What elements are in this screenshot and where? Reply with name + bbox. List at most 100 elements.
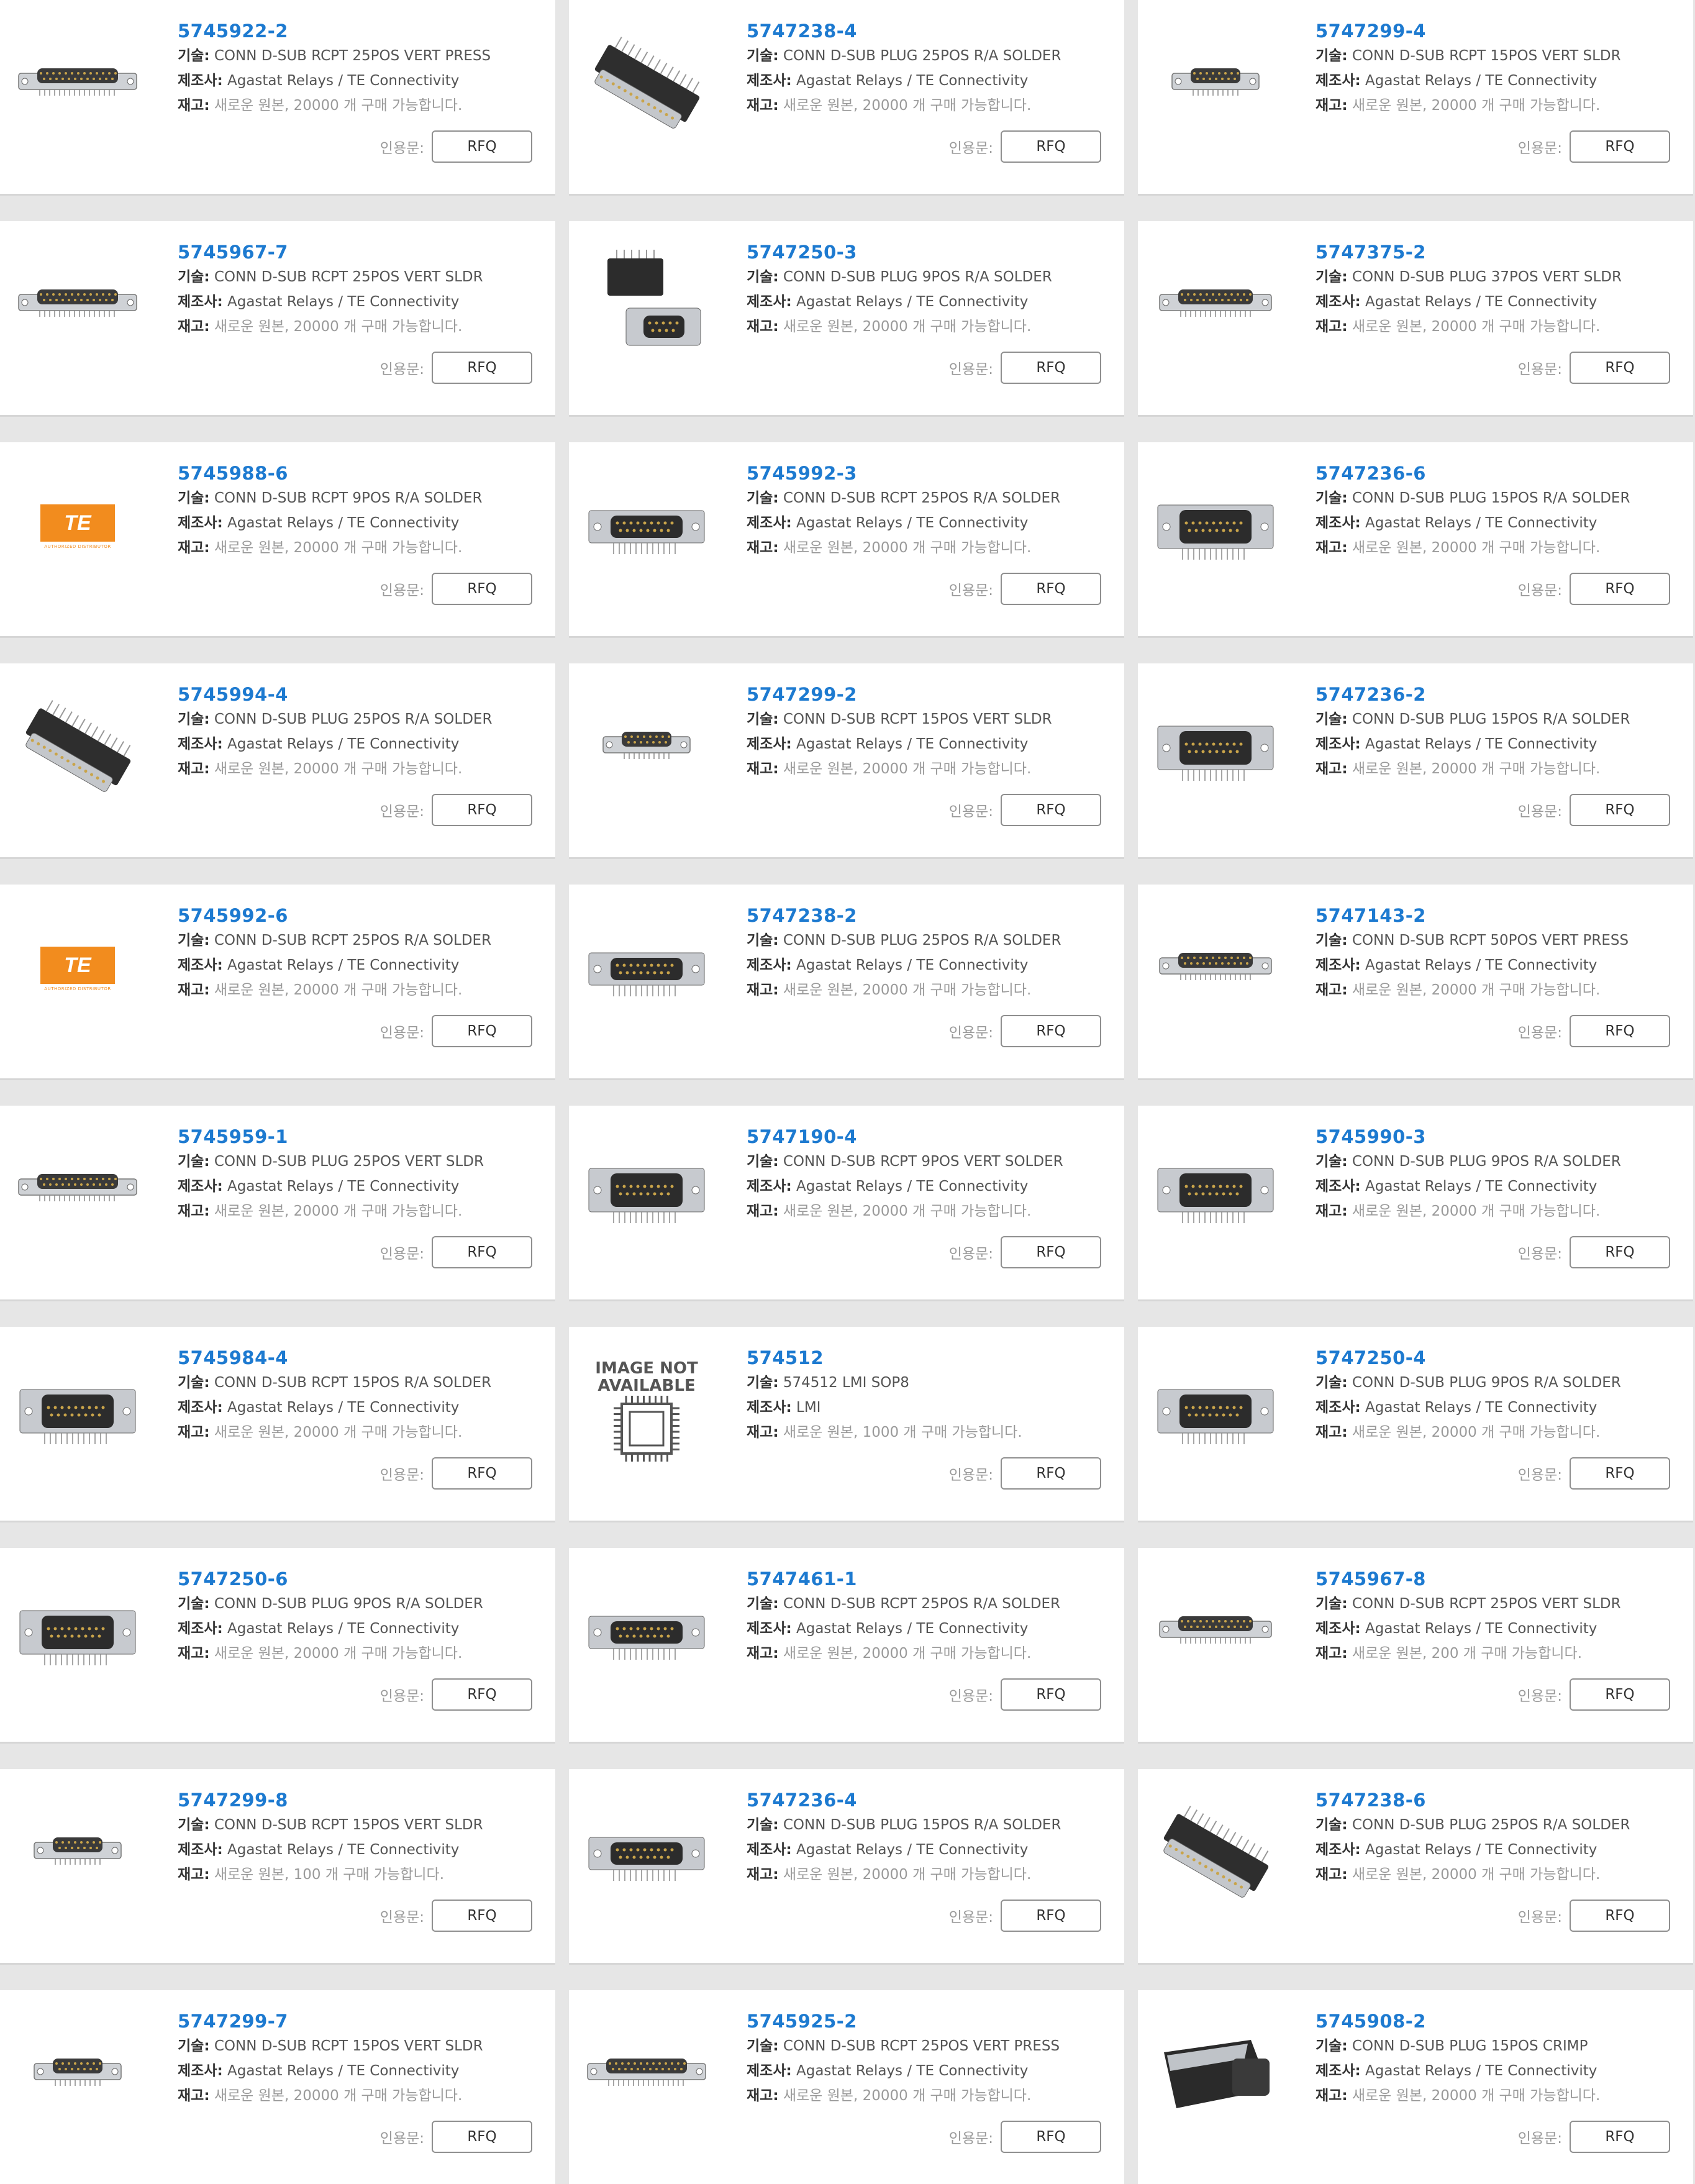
- rfq-button[interactable]: RFQ: [432, 2121, 532, 2153]
- rfq-button[interactable]: RFQ: [1570, 573, 1670, 605]
- rfq-button[interactable]: RFQ: [1001, 1236, 1101, 1268]
- description-line: 기술: CONN D-SUB RCPT 15POS VERT SLDR: [747, 707, 1112, 732]
- part-number-link[interactable]: 5745988-6: [178, 461, 543, 486]
- rfq-button[interactable]: RFQ: [1570, 1457, 1670, 1490]
- part-number-link[interactable]: 5747238-2: [747, 903, 1112, 928]
- part-number-link[interactable]: 5745984-4: [178, 1345, 543, 1370]
- part-number-link[interactable]: 5747299-2: [747, 682, 1112, 707]
- product-image[interactable]: [14, 1794, 142, 1913]
- product-image[interactable]: [583, 246, 711, 365]
- part-number-link[interactable]: 5745925-2: [747, 2009, 1112, 2034]
- product-image[interactable]: [1152, 2015, 1279, 2134]
- part-number-link[interactable]: 5745990-3: [1316, 1124, 1681, 1149]
- part-number-link[interactable]: 5747236-4: [747, 1788, 1112, 1813]
- rfq-button[interactable]: RFQ: [1001, 794, 1101, 826]
- product-image[interactable]: [583, 1131, 711, 1250]
- rfq-button[interactable]: RFQ: [432, 1236, 532, 1268]
- rfq-button[interactable]: RFQ: [1570, 1900, 1670, 1932]
- product-image[interactable]: [1152, 1131, 1279, 1250]
- product-image[interactable]: [14, 688, 142, 808]
- rfq-button[interactable]: RFQ: [432, 794, 532, 826]
- product-image[interactable]: [1152, 246, 1279, 365]
- product-image[interactable]: IMAGE NOT AVAILABLE: [583, 1352, 711, 1471]
- product-image[interactable]: [1152, 1573, 1279, 1692]
- part-number-link[interactable]: 5745992-6: [178, 903, 543, 928]
- part-number-link[interactable]: 5747299-7: [178, 2009, 543, 2034]
- product-image[interactable]: [1152, 467, 1279, 586]
- rfq-button[interactable]: RFQ: [1570, 1015, 1670, 1047]
- part-number-link[interactable]: 574512: [747, 1345, 1112, 1370]
- product-image[interactable]: [583, 25, 711, 144]
- description-line: 기술: 574512 LMI SOP8: [747, 1370, 1112, 1395]
- rfq-button[interactable]: RFQ: [432, 130, 532, 163]
- rfq-button[interactable]: RFQ: [1570, 794, 1670, 826]
- product-info: 5745994-4 기술: CONN D-SUB PLUG 25POS R/A …: [178, 682, 543, 781]
- product-image[interactable]: [583, 467, 711, 586]
- stock-label: 재고:: [178, 540, 210, 556]
- part-number-link[interactable]: 5747299-8: [178, 1788, 543, 1813]
- rfq-button[interactable]: RFQ: [1001, 130, 1101, 163]
- product-image[interactable]: [1152, 1794, 1279, 1913]
- part-number-link[interactable]: 5747143-2: [1316, 903, 1681, 928]
- rfq-button[interactable]: RFQ: [1001, 2121, 1101, 2153]
- product-info: 5747461-1 기술: CONN D-SUB RCPT 25POS R/A …: [747, 1567, 1112, 1666]
- part-number-link[interactable]: 5747236-6: [1316, 461, 1681, 486]
- product-image[interactable]: [583, 1794, 711, 1913]
- part-number-link[interactable]: 5747299-4: [1316, 19, 1681, 43]
- rfq-button[interactable]: RFQ: [432, 1678, 532, 1711]
- rfq-button[interactable]: RFQ: [432, 1457, 532, 1490]
- product-image[interactable]: [1152, 688, 1279, 808]
- rfq-button[interactable]: RFQ: [1001, 1678, 1101, 1711]
- product-image[interactable]: [14, 1352, 142, 1471]
- product-image[interactable]: [14, 25, 142, 144]
- rfq-button[interactable]: RFQ: [1570, 352, 1670, 384]
- manufacturer-value: Agastat Relays / TE Connectivity: [1365, 1621, 1597, 1637]
- part-number-link[interactable]: 5745992-3: [747, 461, 1112, 486]
- product-image[interactable]: [14, 246, 142, 365]
- part-number-link[interactable]: 5747236-2: [1316, 682, 1681, 707]
- part-number-link[interactable]: 5747190-4: [747, 1124, 1112, 1149]
- stock-value: 새로운 원본, 20000 개 구매 가능합니다.: [214, 1645, 463, 1662]
- part-number-link[interactable]: 5747250-6: [178, 1567, 543, 1591]
- part-number-link[interactable]: 5747461-1: [747, 1567, 1112, 1591]
- product-image[interactable]: [583, 1573, 711, 1692]
- part-number-link[interactable]: 5745922-2: [178, 19, 543, 43]
- part-number-link[interactable]: 5745967-7: [178, 240, 543, 265]
- rfq-button[interactable]: RFQ: [432, 1900, 532, 1932]
- rfq-button[interactable]: RFQ: [1570, 130, 1670, 163]
- product-image[interactable]: TE AUTHORIZED DISTRIBUTOR: [14, 909, 142, 1029]
- rfq-button[interactable]: RFQ: [1570, 1678, 1670, 1711]
- product-image[interactable]: [583, 2015, 711, 2134]
- rfq-button[interactable]: RFQ: [1001, 352, 1101, 384]
- rfq-button[interactable]: RFQ: [432, 1015, 532, 1047]
- rfq-button[interactable]: RFQ: [1001, 573, 1101, 605]
- part-number-link[interactable]: 5745967-8: [1316, 1567, 1681, 1591]
- product-image[interactable]: [583, 688, 711, 808]
- part-number-link[interactable]: 5745994-4: [178, 682, 543, 707]
- product-image[interactable]: [583, 909, 711, 1029]
- product-image[interactable]: TE AUTHORIZED DISTRIBUTOR: [14, 467, 142, 586]
- rfq-button[interactable]: RFQ: [1001, 1015, 1101, 1047]
- product-image[interactable]: [14, 1573, 142, 1692]
- quote-area: 인용문: RFQ: [949, 573, 1101, 605]
- part-number-link[interactable]: 5745908-2: [1316, 2009, 1681, 2034]
- rfq-button[interactable]: RFQ: [1570, 2121, 1670, 2153]
- product-image[interactable]: [14, 1131, 142, 1250]
- part-number-link[interactable]: 5747238-6: [1316, 1788, 1681, 1813]
- stock-value: 새로운 원본, 20000 개 구매 가능합니다.: [1352, 540, 1601, 556]
- rfq-button[interactable]: RFQ: [1001, 1457, 1101, 1490]
- product-image[interactable]: [1152, 909, 1279, 1029]
- product-image[interactable]: [14, 2015, 142, 2134]
- rfq-button[interactable]: RFQ: [1001, 1900, 1101, 1932]
- part-number-link[interactable]: 5745959-1: [178, 1124, 543, 1149]
- rfq-button[interactable]: RFQ: [1570, 1236, 1670, 1268]
- part-number-link[interactable]: 5747238-4: [747, 19, 1112, 43]
- product-image[interactable]: [1152, 25, 1279, 144]
- product-image[interactable]: [1152, 1352, 1279, 1471]
- part-number-link[interactable]: 5747250-3: [747, 240, 1112, 265]
- rfq-button[interactable]: RFQ: [432, 352, 532, 384]
- quote-area: 인용문: RFQ: [949, 1015, 1101, 1047]
- part-number-link[interactable]: 5747375-2: [1316, 240, 1681, 265]
- rfq-button[interactable]: RFQ: [432, 573, 532, 605]
- part-number-link[interactable]: 5747250-4: [1316, 1345, 1681, 1370]
